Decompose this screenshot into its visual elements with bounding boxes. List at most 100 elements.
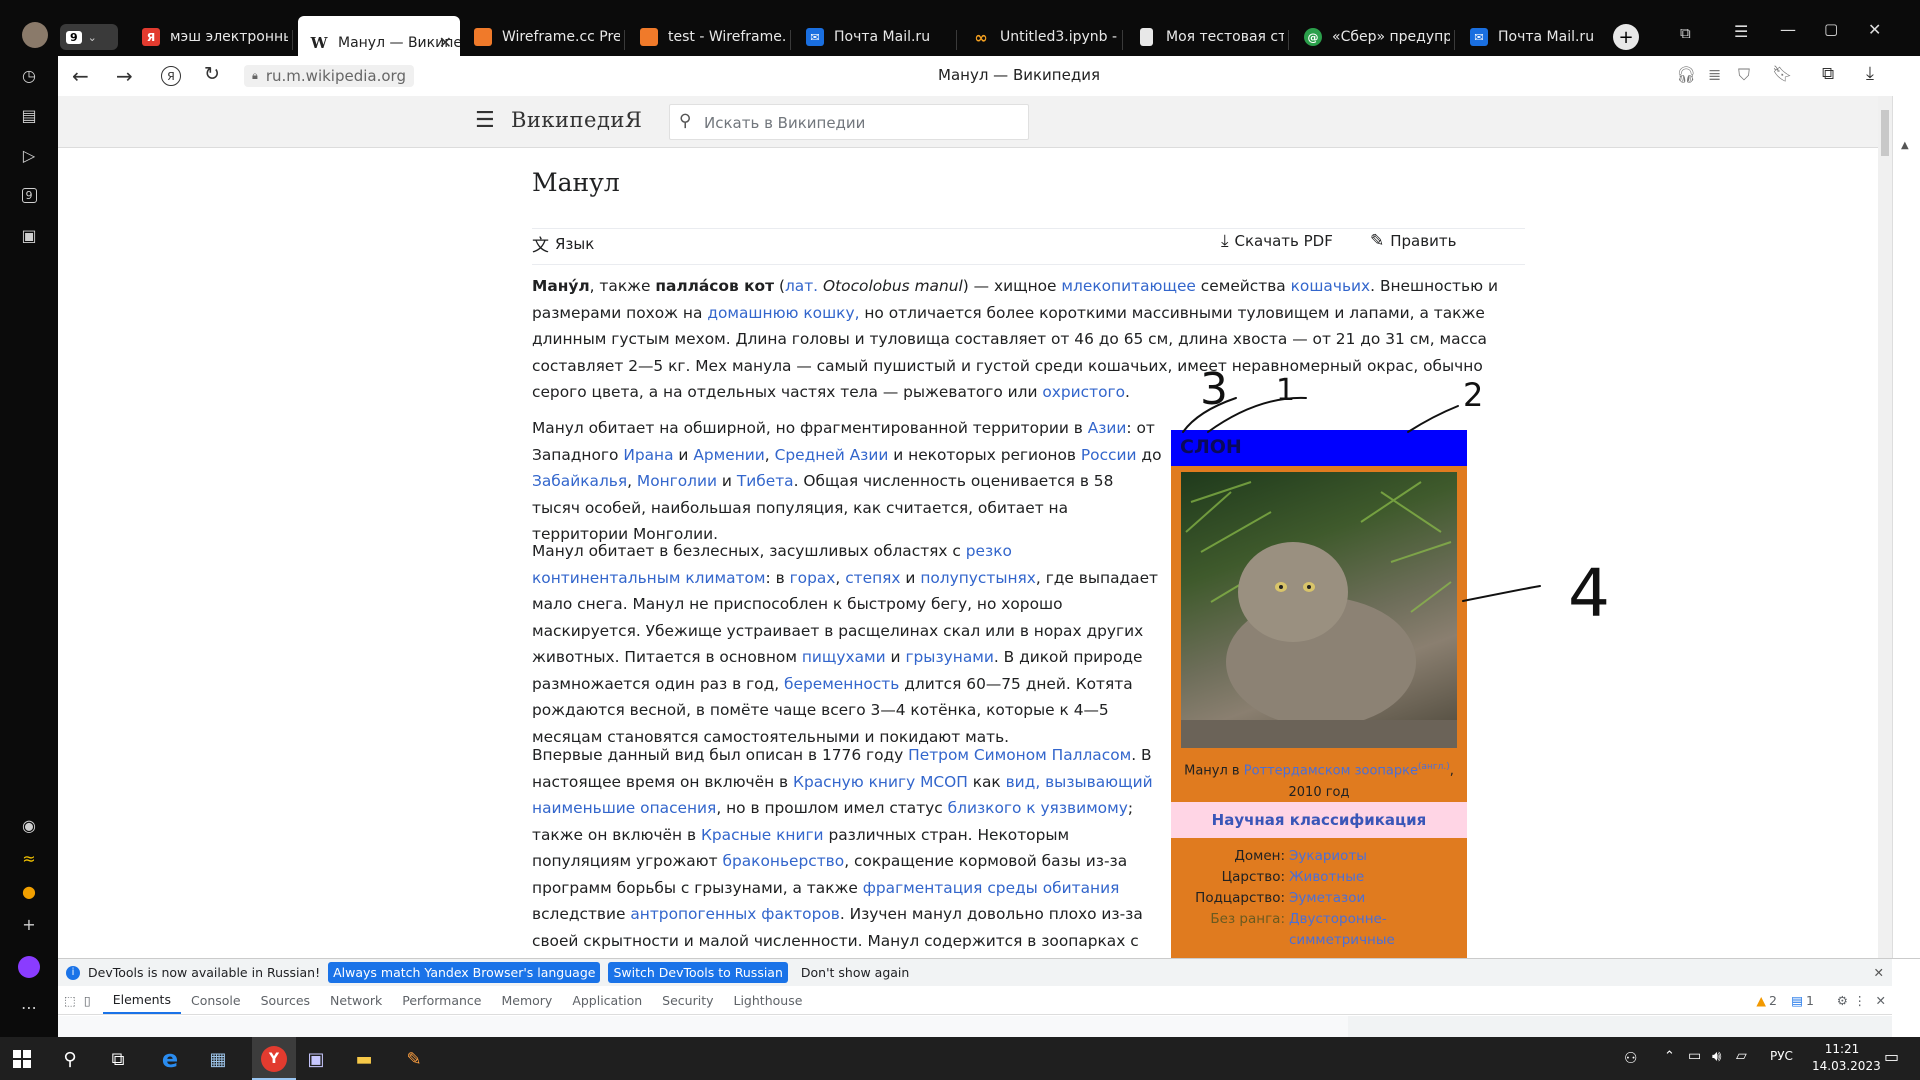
tab-wireframe-premium[interactable]: Wireframe.cc Premi [462, 18, 620, 56]
zen-icon[interactable]: ≈ [17, 846, 41, 870]
devtools-tab-sources[interactable]: Sources [251, 993, 320, 1008]
classification-title[interactable]: Научная классификация [1212, 811, 1427, 829]
yandex-button-icon[interactable]: Я [161, 66, 181, 86]
app-icon[interactable]: ▣ [300, 1043, 332, 1075]
wiki-link[interactable]: Красные книги [701, 826, 824, 844]
bookmark-icon[interactable]: 🔖︎ [1772, 64, 1792, 83]
wiki-link[interactable]: Ирана [623, 446, 673, 464]
always-match-button[interactable]: Always match Yandex Browser's language [328, 962, 601, 983]
close-devtools-icon[interactable]: ✕ [1876, 993, 1886, 1008]
wiki-link[interactable]: Армении [693, 446, 764, 464]
internet-explorer-icon[interactable]: e [154, 1043, 186, 1075]
manul-photo[interactable] [1181, 472, 1457, 748]
tab-count-icon[interactable]: 9 [17, 183, 41, 207]
caption-link-lang[interactable]: (англ.) [1418, 762, 1450, 772]
devtools-tab-application[interactable]: Application [562, 993, 652, 1008]
forward-icon[interactable]: → [116, 64, 133, 88]
wiki-link[interactable]: млекопитающее [1061, 277, 1195, 295]
close-tab-icon[interactable]: ✕ [439, 33, 452, 52]
row-value[interactable]: Эуметазои [1289, 888, 1365, 909]
wiki-link[interactable]: Забайкалья [532, 472, 627, 490]
page-scrollbar[interactable] [1878, 96, 1892, 958]
collections-add-icon[interactable]: ⧉ [1822, 64, 1834, 84]
search-input[interactable]: ⚲ Искать в Википедии [669, 104, 1029, 140]
download-pdf-button[interactable]: ⤓ Скачать PDF [1221, 231, 1333, 251]
wiki-link[interactable]: близкого к уязвимому [948, 799, 1128, 817]
messages-badge[interactable]: ▤ 1 [1791, 993, 1814, 1008]
tab-test-page[interactable]: Моя тестовая стран [1126, 18, 1284, 56]
wiki-link[interactable]: фрагментация среды обитания [863, 879, 1120, 897]
row-value[interactable]: Животные [1289, 867, 1364, 888]
tab-sber[interactable]: @ «Сбер» предупред [1292, 18, 1450, 56]
market-icon[interactable]: ● [17, 879, 41, 903]
reload-icon[interactable]: ↻ [204, 63, 220, 85]
tab-group-button[interactable]: 9 ⌄ [60, 24, 118, 50]
people-icon[interactable]: ⚇ [1624, 1049, 1637, 1067]
warnings-badge[interactable]: ▲ 2 [1756, 993, 1777, 1008]
clock[interactable]: 11:21 14.03.2023 [1812, 1041, 1881, 1075]
devtools-tab-security[interactable]: Security [652, 993, 723, 1008]
downloads-icon[interactable]: ⤓ [1866, 63, 1874, 84]
close-banner-icon[interactable]: ✕ [1874, 965, 1884, 980]
tab-wireframe-test[interactable]: test - Wireframe.cc [628, 18, 786, 56]
devtools-tab-elements[interactable]: Elements [102, 988, 181, 1014]
wiki-link[interactable]: беременность [784, 675, 899, 693]
devtools-tab-network[interactable]: Network [320, 993, 392, 1008]
windows-start-icon[interactable] [6, 1043, 38, 1075]
scroll-up-icon[interactable]: ▲ [1901, 140, 1909, 151]
switch-language-button[interactable]: Switch DevTools to Russian [608, 962, 788, 983]
devtools-tab-memory[interactable]: Memory [491, 993, 562, 1008]
hamburger-icon[interactable]: ☰ [475, 108, 495, 133]
network-icon[interactable]: ▱ [1736, 1048, 1747, 1064]
assistant-icon[interactable] [17, 955, 41, 979]
wiki-link[interactable]: Петром Симоном Палласом [908, 746, 1131, 764]
devtools-tab-performance[interactable]: Performance [392, 993, 491, 1008]
wiki-link[interactable]: Монголии [637, 472, 717, 490]
wiki-link[interactable]: пищухами [802, 648, 886, 666]
video-icon[interactable]: ▷ [17, 143, 41, 167]
screenshot-icon[interactable]: ▣ [17, 223, 41, 247]
notifications-icon[interactable]: ▭ [1884, 1047, 1899, 1066]
reader-icon[interactable]: ≣ [1708, 65, 1721, 84]
wiki-link[interactable]: антропогенных факторов [630, 905, 839, 923]
speaker-icon[interactable]: 🔊︎ [1712, 1047, 1721, 1065]
wiki-link[interactable]: степях [845, 569, 900, 587]
edit-button[interactable]: ✎ Править [1370, 231, 1456, 251]
headphones-icon[interactable]: 🎧︎ [1676, 65, 1696, 84]
history-icon[interactable]: ◷ [17, 63, 41, 87]
task-view-icon[interactable]: ⧉ [102, 1043, 134, 1075]
wiki-link[interactable]: Красную книгу МСОП [793, 773, 968, 791]
devtools-tab-lighthouse[interactable]: Lighthouse [724, 993, 813, 1008]
wiki-link[interactable]: горах [790, 569, 836, 587]
close-window-icon[interactable]: ✕ [1868, 20, 1881, 39]
file-explorer-icon[interactable]: ▬ [348, 1043, 380, 1075]
protect-icon[interactable]: ⛉ [1738, 65, 1750, 85]
tabs-panel-icon[interactable]: ⧉ [1680, 24, 1691, 42]
settings-gear-icon[interactable]: ⚙ [1837, 993, 1848, 1008]
battery-icon[interactable]: ▭ [1688, 1048, 1701, 1064]
keyboard-language[interactable]: РУС [1770, 1049, 1793, 1063]
tab-mail-2[interactable]: ✉ Почта Mail.ru [1458, 18, 1616, 56]
more-icon[interactable]: ⋯ [17, 995, 41, 1019]
devtools-tab-console[interactable]: Console [181, 993, 251, 1008]
wiki-link[interactable]: России [1081, 446, 1137, 464]
add-panel-icon[interactable]: + [17, 912, 41, 936]
tray-chevron-icon[interactable]: ⌃ [1664, 1049, 1675, 1064]
wiki-link[interactable]: кошачьих [1291, 277, 1371, 295]
wikipedia-logo[interactable]: ВикипедиЯ [511, 108, 642, 132]
inspect-icon[interactable]: ⬚ [64, 993, 76, 1008]
maximize-icon[interactable]: ▢ [1824, 20, 1838, 38]
wiki-link[interactable]: охристого [1042, 383, 1125, 401]
wiki-link[interactable]: полупустынях [920, 569, 1036, 587]
tab-colab[interactable]: ∞ Untitled3.ipynb - Co [960, 18, 1118, 56]
wiki-link[interactable]: домашнюю кошку, [707, 304, 859, 322]
back-icon[interactable]: ← [72, 64, 89, 88]
wiki-link[interactable]: грызунами [905, 648, 993, 666]
wiki-link[interactable]: Средней Азии [775, 446, 889, 464]
tab-mesh[interactable]: Я мэш электронный д [130, 18, 288, 56]
menu-icon[interactable]: ☰ [1734, 22, 1748, 41]
minimize-icon[interactable]: — [1780, 20, 1796, 39]
language-button[interactable]: 文 Язык [532, 231, 594, 257]
wiki-link[interactable]: Тибета [737, 472, 794, 490]
yandex-browser-taskbar-icon[interactable]: Y [252, 1037, 296, 1080]
